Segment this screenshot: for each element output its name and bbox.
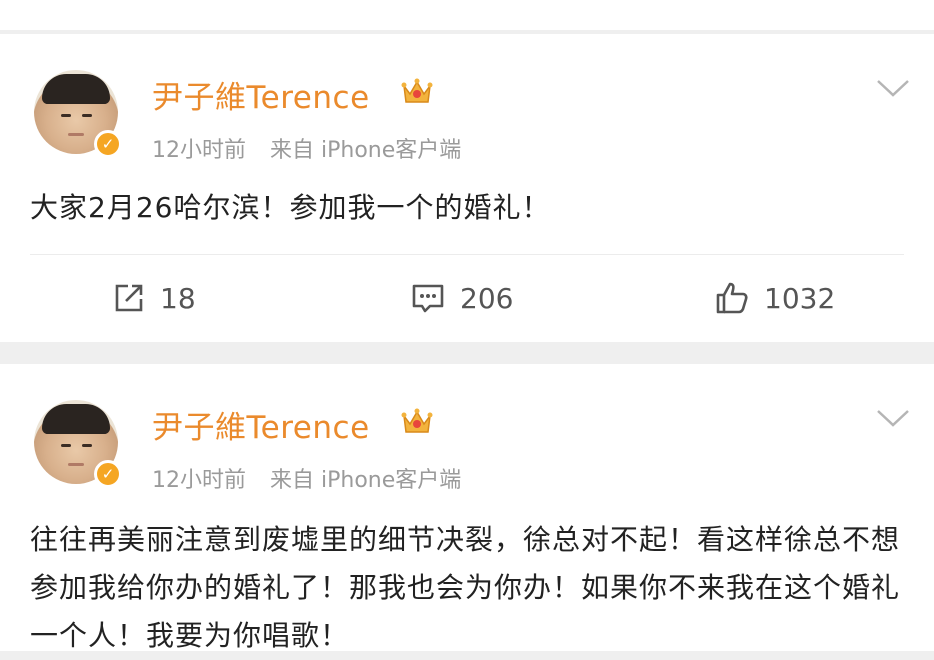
repost-button[interactable]: 18	[112, 278, 196, 318]
username[interactable]: 尹子維Terence	[152, 72, 370, 117]
crown-icon	[401, 78, 433, 103]
post-time: 12小时前	[152, 138, 246, 163]
repost-icon	[115, 284, 143, 312]
like-button[interactable]: 1032	[714, 278, 835, 318]
repost-count: 18	[160, 281, 196, 315]
post-source: 来自 iPhone客户端	[270, 138, 462, 163]
comment-icon	[412, 284, 444, 313]
post-meta: 12小时前 来自 iPhone客户端	[152, 462, 485, 494]
comment-count: 206	[460, 281, 514, 315]
post-time: 12小时前	[152, 468, 246, 493]
chevron-down-icon[interactable]	[876, 408, 910, 428]
weibo-post-card: ✓ 尹子維Terence 12小时前 来自 iPhone客户端 往往再美丽注意到废…	[0, 364, 934, 652]
verified-badge-icon: ✓	[94, 130, 122, 158]
avatar[interactable]: ✓	[34, 400, 122, 488]
avatar[interactable]: ✓	[34, 70, 122, 158]
previous-card-edge	[0, 0, 934, 30]
verified-badge-icon: ✓	[94, 460, 122, 488]
like-icon	[716, 282, 748, 314]
weibo-post-card: ✓ 尹子維Terence 12小时前 来自 iPhone客户端 大家2月26哈尔滨…	[0, 34, 934, 342]
like-count: 1032	[764, 281, 836, 315]
post-text: 往往再美丽注意到废墟里的细节决裂，徐总对不起！看这样徐总不想参加我给你办的婚礼了…	[30, 523, 901, 652]
username[interactable]: 尹子維Terence	[152, 402, 370, 447]
comment-button[interactable]: 206	[410, 278, 513, 318]
post-meta: 12小时前 来自 iPhone客户端	[152, 132, 485, 164]
crown-icon	[401, 408, 433, 433]
divider	[30, 254, 904, 255]
post-text: 大家2月26哈尔滨！参加我一个的婚礼！	[30, 191, 551, 224]
chevron-down-icon[interactable]	[876, 78, 910, 98]
post-source: 来自 iPhone客户端	[270, 468, 462, 493]
